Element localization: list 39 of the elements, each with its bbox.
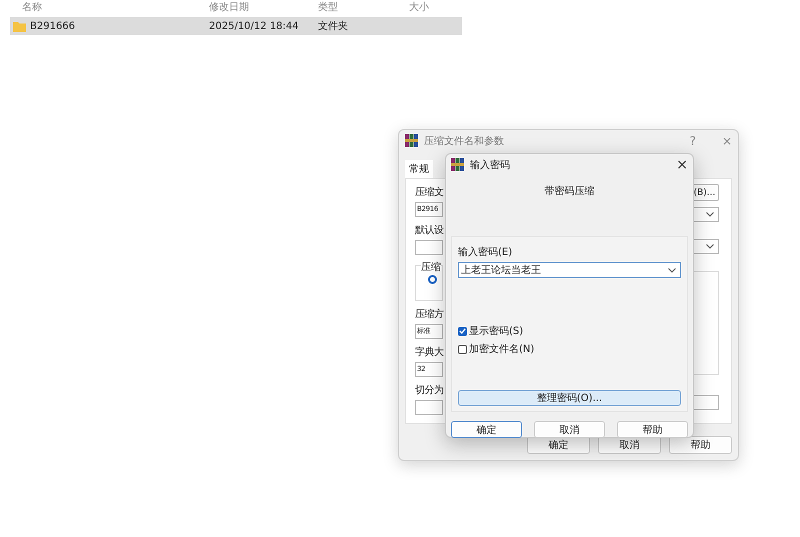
dialog-button[interactable]: 帮助 bbox=[617, 421, 688, 438]
organize-passwords-button[interactable]: 整理密码(O)... bbox=[458, 390, 681, 406]
checkbox[interactable] bbox=[458, 344, 467, 354]
checkbox-label[interactable]: 显示密码(S) bbox=[469, 324, 524, 338]
column-header[interactable]: 名称 bbox=[22, 0, 42, 14]
window-title: 压缩文件名和参数 bbox=[424, 134, 505, 148]
chevron-down-icon bbox=[668, 268, 676, 272]
password-field[interactable]: 上老王论坛当老王 bbox=[458, 262, 681, 278]
column-header[interactable]: 类型 bbox=[318, 0, 338, 14]
group-label: 压缩 bbox=[421, 260, 441, 274]
chevron-down-icon bbox=[706, 244, 714, 249]
checkbox[interactable] bbox=[458, 326, 467, 336]
books-icon bbox=[451, 158, 464, 171]
field-label: 压缩文 bbox=[415, 187, 444, 199]
radio-button[interactable] bbox=[428, 275, 437, 284]
window-title: 输入密码 bbox=[470, 158, 511, 172]
modified-date: 2025/10/12 18:44 bbox=[209, 20, 300, 32]
books-icon bbox=[405, 134, 418, 147]
dialog-button[interactable]: 取消 bbox=[534, 421, 605, 438]
file-row[interactable]: B291666 2025/10/12 18:44 文件夹 bbox=[10, 17, 462, 35]
field-label: 切分为 bbox=[415, 385, 444, 397]
field-label: 字典大 bbox=[415, 347, 444, 359]
file-name: B291666 bbox=[30, 20, 76, 32]
input-field[interactable] bbox=[415, 400, 443, 415]
close-button[interactable]: × bbox=[676, 156, 688, 172]
chevron-down-icon bbox=[706, 212, 714, 217]
checkbox-label[interactable]: 加密文件名(N) bbox=[469, 342, 534, 356]
input-field[interactable] bbox=[415, 240, 443, 255]
folder-icon bbox=[13, 20, 26, 32]
column-header[interactable]: 修改日期 bbox=[209, 0, 249, 14]
field-label: 压缩方 bbox=[415, 309, 444, 321]
file-type: 文件夹 bbox=[318, 20, 348, 33]
dialog-heading: 带密码压缩 bbox=[544, 184, 596, 198]
tab[interactable]: 常规 bbox=[405, 160, 433, 178]
dialog-button[interactable]: 帮助 bbox=[669, 436, 732, 454]
password-label: 输入密码(E) bbox=[458, 246, 514, 259]
dialog-button[interactable]: 确定 bbox=[451, 421, 522, 438]
field-label: 默认设 bbox=[415, 225, 444, 237]
column-header[interactable]: 大小 bbox=[409, 0, 429, 14]
